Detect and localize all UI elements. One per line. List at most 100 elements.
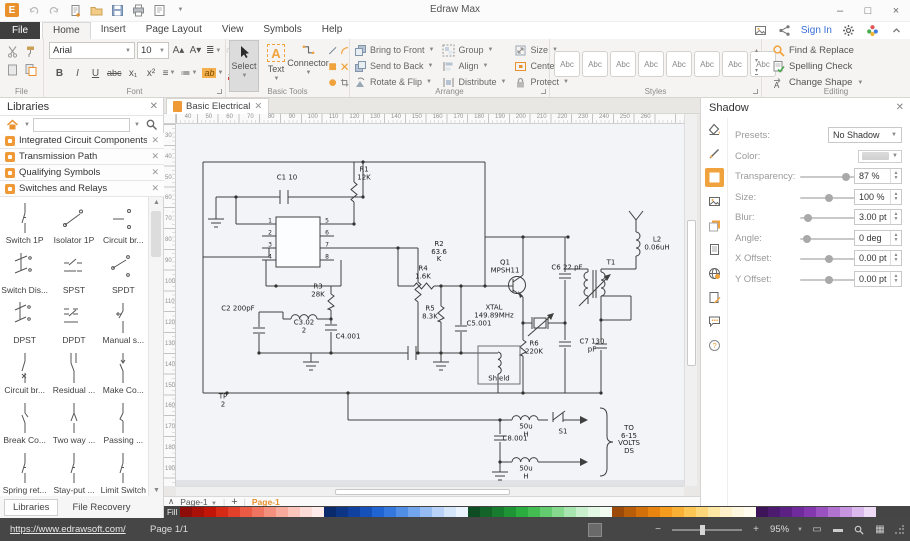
color-swatch[interactable]: [408, 507, 420, 517]
circuit-label[interactable]: R2 63.6 K: [431, 241, 447, 264]
bottom-tab-libraries[interactable]: Libraries: [4, 499, 58, 516]
library-symbol[interactable]: Switch Dis...: [0, 247, 49, 297]
color-swatch[interactable]: [192, 507, 204, 517]
color-swatch[interactable]: [372, 507, 384, 517]
slider-track[interactable]: [800, 217, 862, 219]
color-swatch[interactable]: [432, 507, 444, 517]
color-swatch[interactable]: [336, 507, 348, 517]
circuit-label[interactable]: C4.001: [336, 333, 361, 341]
color-swatch[interactable]: [768, 507, 780, 517]
slider-thumb[interactable]: [825, 255, 833, 263]
circuit-label[interactable]: TO 6-15 VOLTS DS: [618, 425, 640, 455]
fullscreen-view-icon[interactable]: [609, 523, 623, 537]
tab-view[interactable]: View: [212, 22, 254, 39]
circuit-label[interactable]: 1: [268, 217, 272, 225]
select-tool[interactable]: Select▼: [229, 40, 259, 92]
sign-in-link[interactable]: Sign In: [801, 25, 832, 36]
color-swatch[interactable]: [780, 507, 792, 517]
library-symbol[interactable]: DPDT: [49, 297, 98, 347]
format-painter-icon[interactable]: [22, 43, 38, 59]
hyperlink-panel-icon[interactable]: [705, 264, 724, 283]
color-swatch[interactable]: [288, 507, 300, 517]
slider-thumb[interactable]: [825, 194, 833, 202]
color-swatch[interactable]: [636, 507, 648, 517]
color-swatch[interactable]: [552, 507, 564, 517]
connector-tool[interactable]: Connector▼: [293, 40, 323, 92]
home-icon[interactable]: [4, 117, 20, 133]
cut-icon[interactable]: [4, 43, 20, 59]
library-symbol[interactable]: SPDT: [99, 247, 148, 297]
zoom-level[interactable]: 95%: [770, 524, 789, 535]
style-preset-2[interactable]: Abc: [582, 51, 608, 77]
value-spinner[interactable]: 0 deg▲▼: [854, 230, 902, 246]
library-symbol[interactable]: Circuit br...: [99, 197, 148, 247]
library-scrollbar[interactable]: ▲ ▼: [148, 197, 163, 496]
value-spinner[interactable]: 87 %▲▼: [854, 168, 902, 184]
spelling-check-button[interactable]: Spelling Check: [772, 59, 863, 74]
strikethrough-button[interactable]: abc: [106, 65, 123, 81]
fit-page-icon[interactable]: ▭: [810, 523, 824, 537]
highlight-color-icon[interactable]: ab▼: [201, 65, 224, 81]
style-preset-5[interactable]: Abc: [666, 51, 692, 77]
color-swatch[interactable]: [528, 507, 540, 517]
scroll-up-icon[interactable]: ▲: [149, 199, 164, 206]
align-button[interactable]: Align▼: [442, 59, 506, 73]
color-swatch[interactable]: [216, 507, 228, 517]
style-preset-6[interactable]: Abc: [694, 51, 720, 77]
value-spinner[interactable]: 3.00 pt▲▼: [854, 209, 902, 225]
share-icon[interactable]: [777, 23, 793, 39]
circuit-label[interactable]: T1: [607, 259, 616, 267]
slider-thumb[interactable]: [803, 235, 811, 243]
library-symbol[interactable]: Break Co...: [0, 397, 49, 447]
library-symbol[interactable]: Isolator 1P: [49, 197, 98, 247]
slider-thumb[interactable]: [842, 173, 850, 181]
bullet-list-icon[interactable]: ≔▼: [180, 65, 199, 81]
color-swatch[interactable]: [600, 507, 612, 517]
circuit-label[interactable]: C7 130 pF: [580, 339, 605, 354]
zoom-slider-thumb[interactable]: [700, 525, 705, 535]
color-swatch[interactable]: [816, 507, 828, 517]
font-family-select[interactable]: Arial▼: [49, 42, 135, 59]
paste-special-icon[interactable]: [22, 61, 38, 77]
settings-gear-icon[interactable]: [840, 23, 856, 39]
zoom-out-button[interactable]: −: [651, 523, 665, 537]
circuit-label[interactable]: C1 10: [277, 174, 297, 182]
tab-help[interactable]: Help: [312, 22, 353, 39]
vertical-scrollbar[interactable]: [684, 114, 697, 486]
zoom-in-button[interactable]: +: [749, 523, 763, 537]
circuit-label[interactable]: Q1 MPSH11: [491, 260, 520, 275]
style-panel-icon[interactable]: [705, 216, 724, 235]
collapse-ribbon-icon[interactable]: [888, 23, 904, 39]
help-panel-icon[interactable]: ?: [705, 336, 724, 355]
tab-symbols[interactable]: Symbols: [253, 22, 311, 39]
circuit-label[interactable]: L2 0.06uH: [644, 237, 669, 252]
circuit-label[interactable]: 5: [325, 217, 329, 225]
bold-button[interactable]: B: [52, 65, 67, 81]
circuit-label[interactable]: Shield: [488, 375, 510, 383]
color-swatch[interactable]: [456, 507, 468, 517]
tab-insert[interactable]: Insert: [91, 22, 136, 39]
slider-thumb[interactable]: [804, 214, 812, 222]
scrollbar-thumb[interactable]: [151, 211, 161, 257]
close-button[interactable]: ×: [882, 0, 910, 21]
color-swatch[interactable]: [612, 507, 624, 517]
color-swatch[interactable]: [588, 507, 600, 517]
color-dropdown[interactable]: ▼: [858, 150, 902, 163]
library-symbol[interactable]: Two way ...: [49, 397, 98, 447]
increase-font-icon[interactable]: A▴: [171, 43, 186, 59]
fit-width-icon[interactable]: ▬: [831, 523, 845, 537]
horizontal-scrollbar[interactable]: [176, 486, 684, 496]
library-symbol[interactable]: Stay-put ...: [49, 447, 98, 496]
style-preset-1[interactable]: Abc: [554, 51, 580, 77]
tab-file[interactable]: File: [0, 22, 40, 39]
fill-panel-icon[interactable]: [705, 120, 724, 139]
library-item[interactable]: Integrated Circuit Components✕: [0, 133, 164, 149]
zoom-caret-icon[interactable]: ▼: [797, 527, 803, 533]
value-spinner[interactable]: 100 %▲▼: [854, 189, 902, 205]
find-replace-button[interactable]: Find & Replace: [772, 43, 863, 58]
superscript-button[interactable]: x²: [144, 65, 159, 81]
library-close-icon[interactable]: ✕: [151, 167, 159, 178]
shadow-panel-close-icon[interactable]: ✕: [896, 102, 904, 113]
presets-select[interactable]: No Shadow▼: [828, 127, 902, 143]
color-swatch[interactable]: [444, 507, 456, 517]
